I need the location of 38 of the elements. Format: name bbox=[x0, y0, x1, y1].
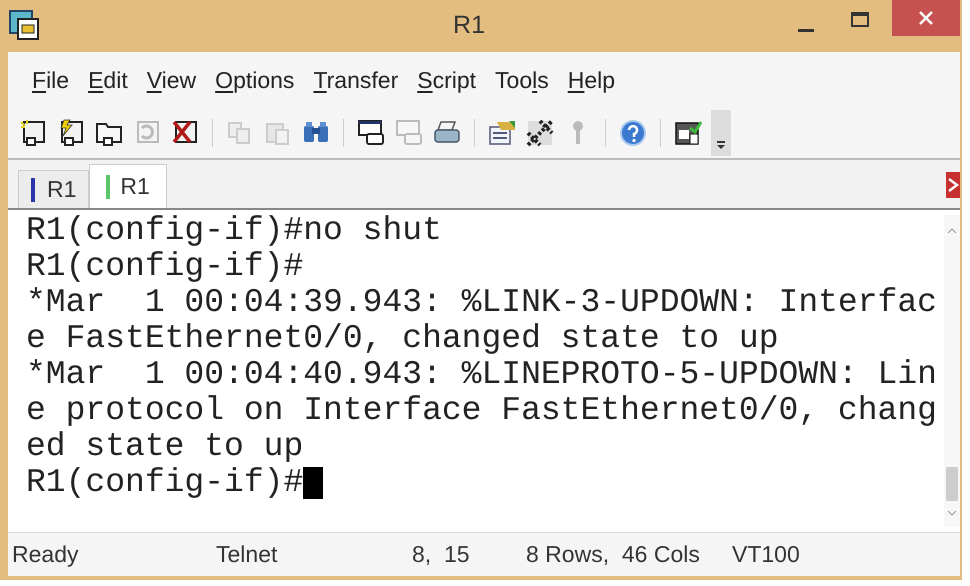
terminal-line: *Mar 1 00:04:40.943: %LINEPROTO-5-UPDOWN: Lin bbox=[26, 357, 937, 393]
window-title: R1 bbox=[452, 10, 486, 42]
maximize-icon[interactable] bbox=[850, 10, 870, 30]
toolbar-overflow-button[interactable] bbox=[711, 110, 731, 156]
status-field: Ready bbox=[8, 537, 216, 572]
locked-session-icon[interactable] bbox=[673, 118, 703, 148]
terminal-line: e protocol on Interface FastEthernet0/0, chang bbox=[26, 393, 937, 429]
menu-item[interactable]: Transfer bbox=[313, 62, 398, 98]
status-field: Telnet bbox=[216, 537, 412, 572]
session-tab[interactable]: R1 bbox=[18, 170, 90, 208]
menu-item[interactable]: File bbox=[32, 62, 70, 98]
session-tab[interactable]: R1 bbox=[89, 164, 167, 208]
menu-item[interactable]: Options bbox=[215, 62, 294, 98]
close-button[interactable] bbox=[892, 0, 960, 36]
close-tab-icon[interactable] bbox=[946, 172, 960, 198]
new-session-icon[interactable] bbox=[18, 118, 48, 148]
terminal-line: R1(config-if)# bbox=[26, 465, 324, 501]
status-field: 8, 15 bbox=[412, 537, 526, 572]
screen-printer-icon[interactable] bbox=[356, 118, 386, 148]
menu-item[interactable]: Tools bbox=[495, 62, 549, 98]
terminal-line: ed state to up bbox=[26, 429, 304, 465]
help-icon[interactable] bbox=[618, 118, 648, 148]
status-field: VT100 bbox=[732, 537, 852, 572]
terminal[interactable] bbox=[8, 210, 960, 532]
terminal-line: R1(config-if)# bbox=[26, 249, 304, 285]
caret-icon bbox=[716, 140, 726, 150]
menu-item[interactable]: Script bbox=[417, 62, 476, 98]
status-field: 8 Rows, 46 Cols bbox=[526, 537, 732, 572]
app-icon bbox=[8, 9, 42, 43]
terminal-line: R1(config-if)#no shut bbox=[26, 213, 442, 249]
menu-item[interactable]: View bbox=[146, 62, 196, 98]
terminal-line: e FastEthernet0/0, changed state to up bbox=[26, 321, 779, 357]
close-icon bbox=[918, 10, 934, 26]
menu-item[interactable]: Help bbox=[568, 62, 616, 98]
terminal-line: *Mar 1 00:04:39.943: %LINK-3-UPDOWN: Interfac bbox=[26, 285, 937, 321]
menu-item[interactable]: Edit bbox=[88, 62, 128, 98]
key-map-icon[interactable] bbox=[525, 118, 555, 148]
session-options-icon[interactable] bbox=[487, 118, 517, 148]
